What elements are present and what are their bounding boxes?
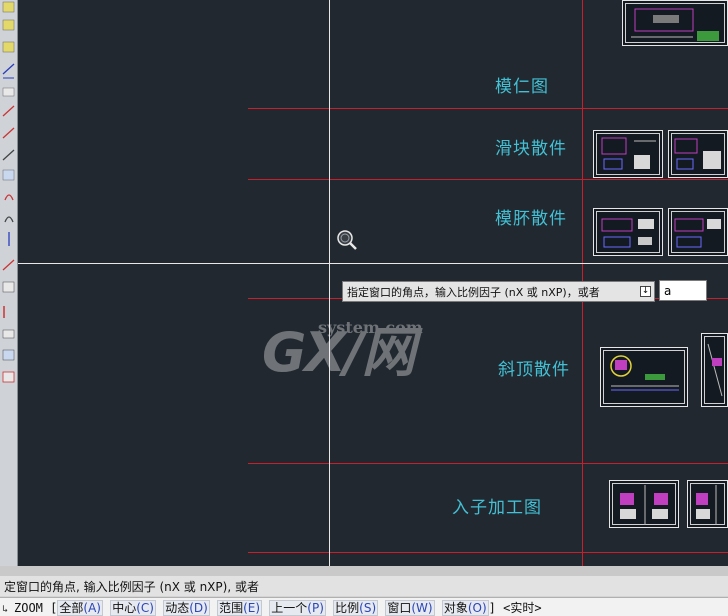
drawing-canvas[interactable]: 模仁图 滑块散件 模肧散件 斜顶散件 入子加工图 GX/网 system.com…	[0, 0, 728, 566]
option-dynamic[interactable]: 动态(D)	[163, 600, 210, 616]
dynamic-input-field[interactable]	[659, 280, 707, 301]
drawing-thumbnail[interactable]	[687, 480, 728, 528]
option-scale[interactable]: 比例(S)	[333, 600, 379, 616]
drawing-thumbnail[interactable]	[593, 208, 663, 256]
frame-row-line	[248, 108, 728, 109]
frame-row-line	[248, 179, 728, 180]
drawing-thumbnail[interactable]	[593, 130, 663, 178]
zoom-magnifier-icon	[337, 230, 357, 250]
option-extents[interactable]: 范围(E)	[217, 600, 263, 616]
options-down-arrow-icon[interactable]: ↓	[640, 286, 651, 297]
command-line[interactable]: ↳ ZOOM [全部(A) 中心(C) 动态(D) 范围(E) 上一个(P) 比例…	[0, 597, 728, 616]
option-previous[interactable]: 上一个(P)	[269, 600, 326, 616]
draw-toolbar	[0, 0, 18, 566]
prompt-text: 指定窗口的角点，输入比例因子 (nX 或 nXP)，或者	[347, 286, 600, 299]
option-object[interactable]: 对象(O)	[441, 600, 489, 616]
option-realtime-default: <实时>	[503, 601, 542, 615]
command-history-line: 定窗口的角点, 输入比例因子 (nX 或 nXP), 或者	[0, 576, 728, 596]
option-center[interactable]: 中心(C)	[110, 600, 156, 616]
option-window[interactable]: 窗口(W)	[385, 600, 435, 616]
label-slider-parts: 滑块散件	[495, 139, 567, 159]
options-close-bracket: ]	[488, 601, 496, 615]
label-mold-base-parts: 模肧散件	[495, 209, 567, 229]
label-mold-core: 模仁图	[495, 77, 549, 97]
drawing-thumbnail[interactable]	[609, 480, 679, 528]
frame-row-line	[248, 463, 728, 464]
label-lifter-parts: 斜顶散件	[498, 360, 570, 380]
option-all[interactable]: 全部(A)	[57, 600, 103, 616]
command-name: ZOOM	[14, 601, 43, 615]
crosshair-horizontal	[18, 263, 728, 264]
canvas-command-divider[interactable]	[0, 566, 728, 576]
label-insert-machining: 入子加工图	[452, 498, 542, 518]
drawing-thumbnail[interactable]	[701, 333, 728, 407]
command-prompt-icon: ↳	[2, 604, 9, 615]
drawing-thumbnail[interactable]	[600, 347, 688, 407]
drawing-thumbnail[interactable]	[622, 0, 728, 46]
drawing-thumbnail[interactable]	[668, 130, 728, 178]
dynamic-input-prompt: 指定窗口的角点，输入比例因子 (nX 或 nXP)，或者 ↓	[342, 281, 655, 302]
drawing-thumbnail[interactable]	[668, 208, 728, 256]
frame-row-line	[248, 552, 728, 553]
